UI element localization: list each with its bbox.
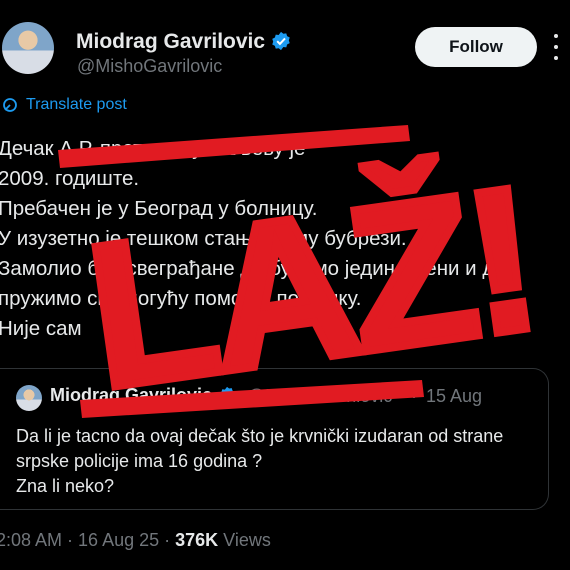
quoted-author-avatar <box>16 385 42 411</box>
translate-post-link[interactable]: Translate post <box>2 96 127 114</box>
quoted-author-handle: @MishoGavrilovic <box>247 386 393 406</box>
author-name[interactable]: Miodrag Gavrilovic <box>76 30 291 54</box>
verified-badge-icon <box>272 31 290 51</box>
quoted-line: Da li je tacno da ovaj dečak što je krvn… <box>16 426 504 446</box>
view-count: 376K <box>175 530 219 550</box>
post-meta: 2:08 AM · 16 Aug 25 · 376K Views <box>0 530 271 551</box>
post-timestamp[interactable]: 2:08 AM · 16 Aug 25 · <box>0 530 175 550</box>
author-avatar[interactable] <box>2 22 54 74</box>
quoted-author-name: Miodrag Gavrilovic <box>50 385 236 406</box>
quoted-author-name-text: Miodrag Gavrilovic <box>50 385 213 405</box>
views-label: Views <box>218 530 271 550</box>
post-text: Дечак А.Р. претучен у Ваљеву је 2009. го… <box>0 134 570 344</box>
translate-post-label[interactable]: Translate post <box>26 96 127 114</box>
author-name-text[interactable]: Miodrag Gavrilovic <box>76 30 265 53</box>
quoted-post-date: 15 Aug <box>426 386 483 406</box>
quoted-post-text: Da li je tacno da ovaj dečak što je krvn… <box>16 424 536 499</box>
post-line: Замолио бих свеграђане да будемо јединст… <box>0 257 506 280</box>
translate-icon <box>3 98 17 112</box>
quoted-separator: · <box>411 386 417 406</box>
post-line: Није сам <box>0 317 82 340</box>
post-line: Дечак А.Р. претучен у Ваљеву је <box>0 137 306 160</box>
author-handle[interactable]: @MishoGavrilovic <box>77 56 222 77</box>
verified-badge-icon <box>219 386 235 404</box>
more-options-icon[interactable] <box>550 34 562 60</box>
quoted-line: Zna li neko? <box>16 476 115 496</box>
post-line: У изузетно је тешком стању су му бубрези… <box>0 227 407 250</box>
quoted-line: srpske policije ima 16 godina ? <box>16 451 263 471</box>
post-line: пружимо сву могућу помоћ и подршку. <box>0 287 362 310</box>
follow-button[interactable]: Follow <box>415 27 537 67</box>
post-line: 2009. годиште. <box>0 167 140 190</box>
post-line: Пребачен је у Београд у болницу. <box>0 197 318 220</box>
